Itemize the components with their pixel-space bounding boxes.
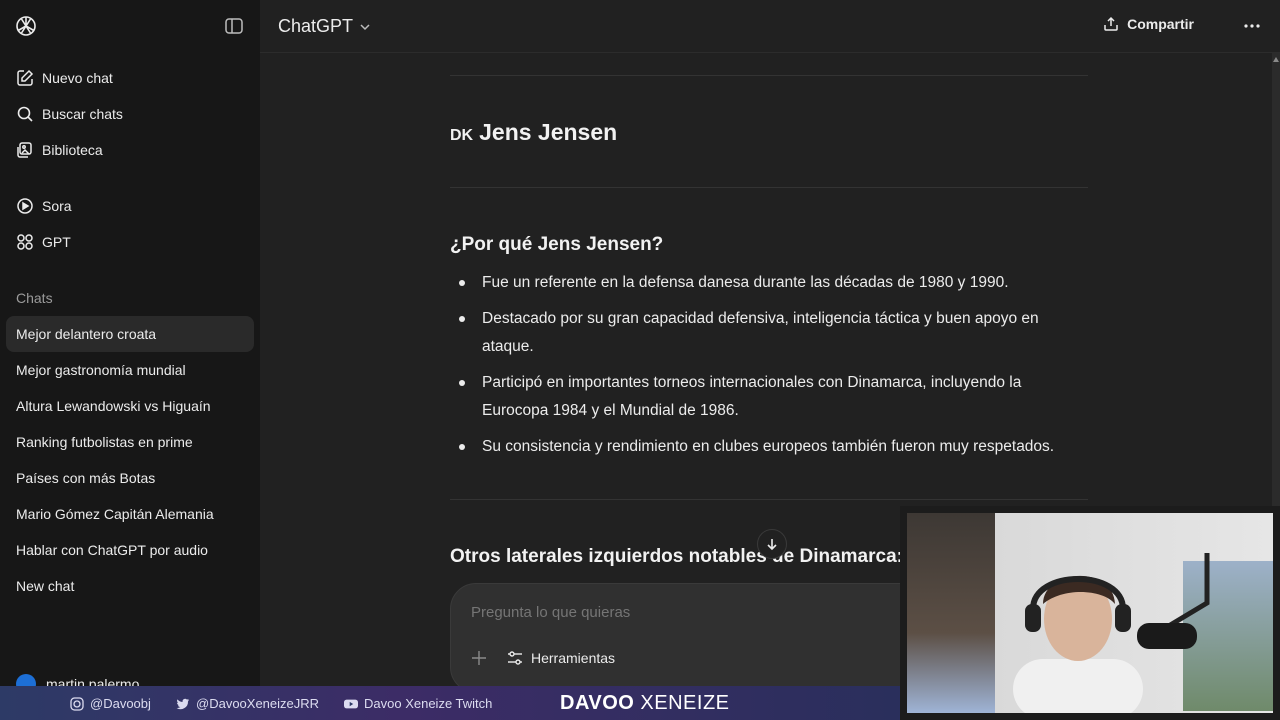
youtube-icon [344, 699, 358, 708]
brand-part-a: DAVOO [560, 692, 635, 714]
gpt-button[interactable]: GPT [6, 224, 254, 260]
sliders-icon [508, 651, 522, 665]
library-label: Biblioteca [42, 142, 103, 158]
plus-icon[interactable] [471, 650, 487, 666]
chat-item[interactable]: Altura Lewandowski vs Higuaín [6, 388, 254, 424]
search-chats-button[interactable]: Buscar chats [6, 96, 254, 132]
chat-item[interactable]: Países con más Botas [6, 460, 254, 496]
chat-item[interactable]: New chat [6, 568, 254, 604]
brand-part-b: XENEIZE [640, 692, 730, 714]
microphone-image [1137, 553, 1210, 649]
poster-image [907, 513, 995, 713]
streamer-figure [1013, 575, 1143, 713]
reasons-list: Fue un referente en la defensa danesa du… [450, 269, 1080, 469]
gpt-grid-icon [16, 233, 34, 251]
sora-icon [16, 197, 34, 215]
player-heading: DK Jens Jensen [450, 119, 617, 146]
twitter-handle: @DavooXeneizeJRR [176, 696, 319, 711]
sidebar-toggle-icon[interactable] [224, 16, 244, 36]
chat-item[interactable]: Mejor delantero croata [6, 316, 254, 352]
top-bar: ChatGPT Compartir [260, 0, 1280, 53]
list-item: Fue un referente en la defensa danesa du… [450, 269, 1080, 297]
stream-overlay-bar: @Davoobj @DavooXeneizeJRR Davoo Xeneize … [0, 686, 900, 720]
twitter-text: @DavooXeneizeJRR [196, 696, 320, 711]
prompt-input[interactable] [471, 604, 871, 621]
new-chat-button[interactable]: Nuevo chat [6, 60, 254, 96]
new-chat-icon [16, 69, 34, 87]
chevron-down-icon [360, 23, 370, 30]
library-button[interactable]: Biblioteca [6, 132, 254, 168]
list-item: Participó en importantes torneos interna… [450, 369, 1080, 425]
next-heading: Otros laterales izquierdos notables de D… [450, 546, 903, 567]
instagram-icon [70, 696, 84, 711]
share-icon [1104, 16, 1118, 31]
share-label: Compartir [1127, 16, 1194, 32]
chat-item[interactable]: Hablar con ChatGPT por audio [6, 532, 254, 568]
more-options-icon[interactable] [1242, 16, 1262, 36]
search-icon [16, 105, 34, 123]
chat-item[interactable]: Mejor gastronomía mundial [6, 352, 254, 388]
sidebar: Nuevo chat Buscar chats Biblioteca Sora … [0, 0, 260, 694]
divider [450, 187, 1088, 188]
twitter-icon [176, 698, 189, 709]
instagram-text: @Davoobj [90, 696, 151, 711]
search-chats-label: Buscar chats [42, 106, 123, 122]
model-selector[interactable]: ChatGPT [278, 16, 371, 37]
chat-item[interactable]: Mario Gómez Capitán Alemania [6, 496, 254, 532]
new-chat-label: Nuevo chat [42, 70, 113, 86]
openai-logo-icon[interactable] [14, 14, 38, 38]
youtube-text: Davoo Xeneize Twitch [364, 696, 493, 711]
scroll-up-arrow-icon[interactable] [1273, 57, 1279, 62]
chats-section-label: Chats [16, 290, 53, 306]
instagram-handle: @Davoobj [70, 696, 151, 711]
arrow-down-icon [767, 539, 777, 551]
tools-button[interactable]: Herramientas [507, 650, 615, 666]
sora-label: Sora [42, 198, 72, 214]
list-item: Destacado por su gran capacidad defensiv… [450, 305, 1080, 361]
denmark-flag-icon: DK [450, 127, 474, 144]
sora-button[interactable]: Sora [6, 188, 254, 224]
streamer-brand-logo: DAVOO XENEIZE [560, 692, 730, 715]
tools-label: Herramientas [531, 650, 616, 666]
share-button[interactable]: Compartir [1103, 16, 1194, 32]
scroll-down-button[interactable] [757, 529, 787, 559]
player-heading-text: Jens Jensen [479, 119, 618, 145]
why-heading: ¿Por qué Jens Jensen? [450, 234, 664, 255]
youtube-handle: Davoo Xeneize Twitch [344, 696, 492, 711]
divider [450, 75, 1088, 76]
gpt-label: GPT [42, 234, 71, 250]
model-name-label: ChatGPT [278, 16, 354, 36]
library-icon [16, 141, 34, 159]
list-item: Su consistencia y rendimiento en clubes … [450, 433, 1080, 461]
divider [450, 499, 1088, 500]
webcam-overlay [900, 506, 1280, 720]
chat-item[interactable]: Ranking futbolistas en prime [6, 424, 254, 460]
